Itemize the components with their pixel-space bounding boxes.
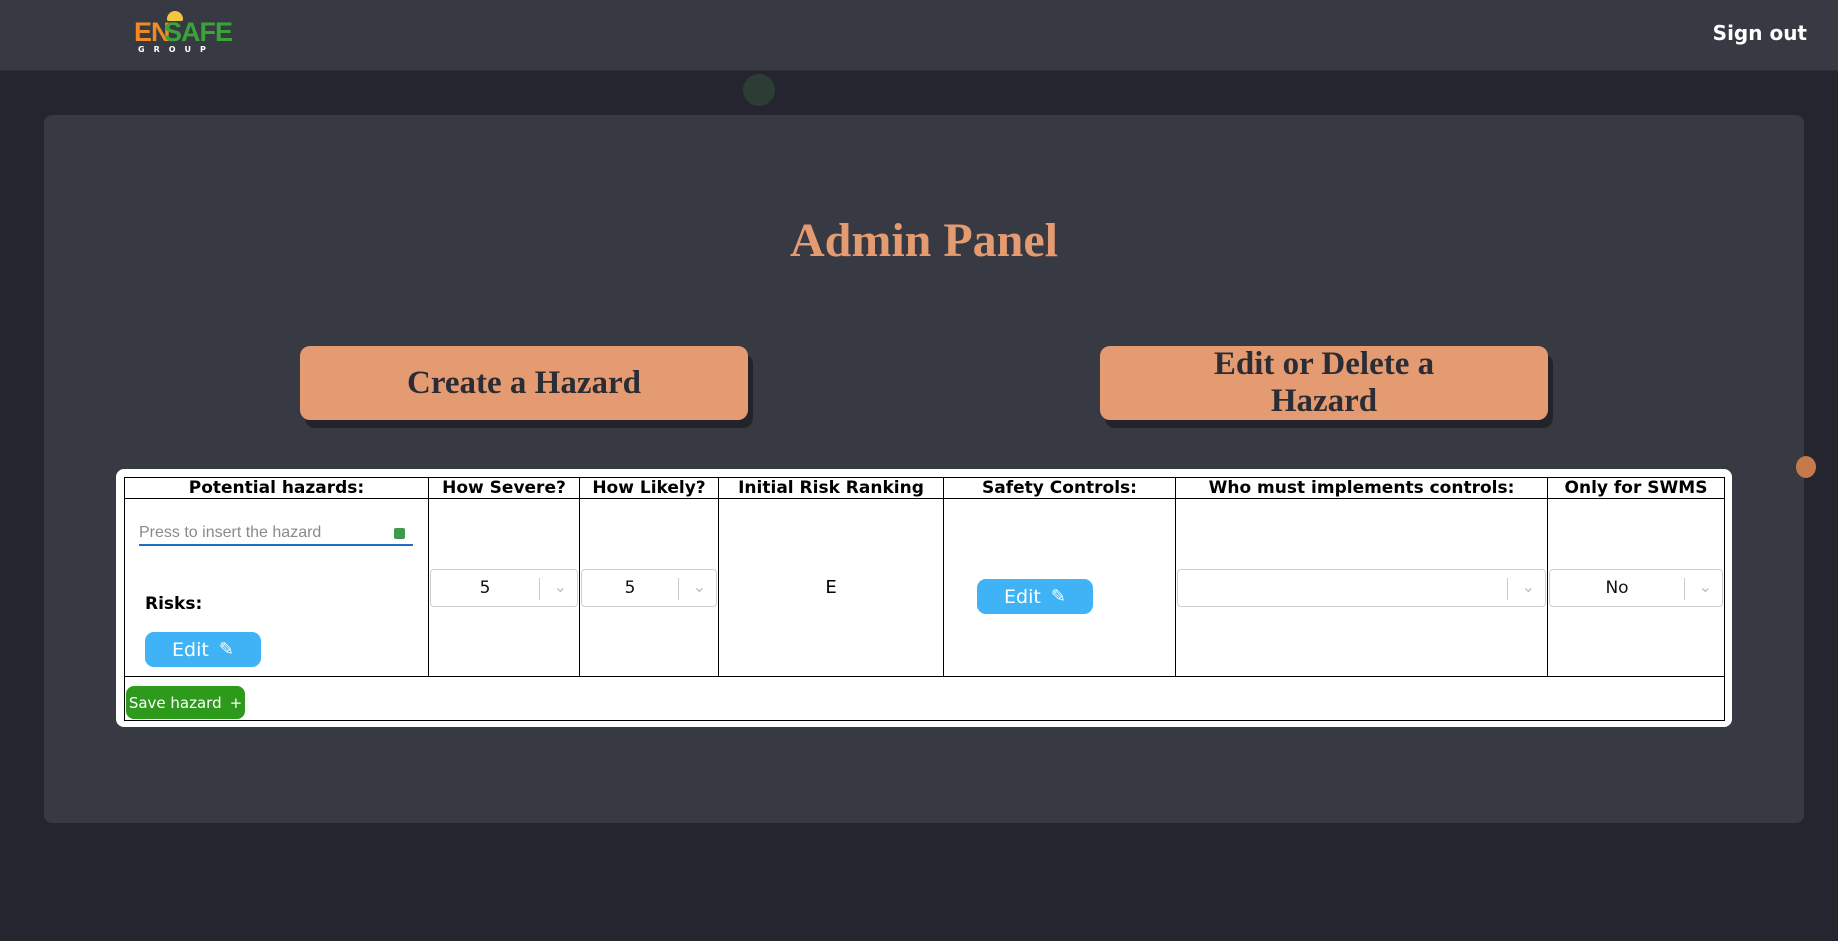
pencil-icon: ✎ — [1050, 586, 1066, 607]
select-separator — [1507, 578, 1508, 600]
col-header-severity: How Severe? — [428, 477, 580, 499]
table-row: Press to insert the hazard Risks: Edit ✎… — [124, 498, 1725, 677]
logo-text-safe: SAFE — [164, 17, 233, 47]
swms-select[interactable]: No ⌄ — [1549, 569, 1723, 607]
edit-delete-hazard-button[interactable]: Edit or Delete a Hazard — [1100, 346, 1548, 420]
swms-cell: No ⌄ — [1547, 498, 1725, 677]
chevron-down-icon[interactable]: ⌄ — [554, 577, 567, 596]
col-header-safety-controls: Safety Controls: — [943, 477, 1176, 499]
likelihood-cell: 5 ⌄ — [579, 498, 719, 677]
hazard-cell: Press to insert the hazard Risks: Edit ✎ — [124, 498, 429, 677]
risk-ranking-value: E — [825, 577, 837, 598]
select-separator — [1684, 578, 1685, 600]
edit-risks-button[interactable]: Edit ✎ — [145, 632, 261, 667]
table-footer-row: Save hazard + — [124, 676, 1725, 721]
save-hazard-label: Save hazard — [128, 693, 222, 712]
col-header-likelihood: How Likely? — [579, 477, 719, 499]
top-navbar: EN SAFE GROUP Sign out — [0, 0, 1838, 71]
hazard-input[interactable]: Press to insert the hazard — [139, 524, 413, 546]
likelihood-value: 5 — [624, 578, 636, 598]
severity-cell: 5 ⌄ — [428, 498, 580, 677]
edit-controls-button[interactable]: Edit ✎ — [977, 579, 1093, 614]
decorative-circle — [743, 74, 775, 106]
input-grip-icon — [394, 528, 405, 539]
edit-risks-label: Edit — [172, 638, 209, 661]
table-header-row: Potential hazards: How Severe? How Likel… — [124, 477, 1725, 499]
hazard-form-card: Potential hazards: How Severe? How Likel… — [116, 469, 1732, 727]
select-separator — [539, 578, 540, 600]
who-implements-select[interactable]: ⌄ — [1177, 569, 1546, 607]
save-hazard-button[interactable]: Save hazard + — [126, 686, 245, 719]
risk-ranking-cell: E — [718, 498, 944, 677]
risks-label: Risks: — [145, 594, 203, 614]
footer-cell: Save hazard + — [124, 676, 1725, 721]
page-title: Admin Panel — [789, 214, 1059, 267]
ensafe-logo[interactable]: EN SAFE GROUP — [134, 11, 233, 57]
chevron-down-icon[interactable]: ⌄ — [693, 577, 706, 596]
create-hazard-button[interactable]: Create a Hazard — [300, 346, 748, 420]
hazard-table: Potential hazards: How Severe? How Likel… — [124, 477, 1725, 721]
plus-icon: + — [229, 693, 243, 712]
swms-value: No — [1605, 578, 1629, 598]
col-header-who-implements: Who must implements controls: — [1175, 477, 1548, 499]
select-separator — [678, 578, 679, 600]
logo-text-group: GROUP — [138, 45, 215, 54]
hazard-input-placeholder: Press to insert the hazard — [139, 524, 322, 541]
chevron-down-icon[interactable]: ⌄ — [1522, 577, 1535, 596]
chevron-down-icon[interactable]: ⌄ — [1699, 577, 1712, 596]
sign-out-link[interactable]: Sign out — [1713, 21, 1807, 45]
edit-controls-label: Edit — [1004, 585, 1041, 608]
col-header-risk-ranking: Initial Risk Ranking — [718, 477, 944, 499]
side-handle[interactable] — [1796, 456, 1816, 478]
who-implements-cell: ⌄ — [1175, 498, 1548, 677]
safety-controls-cell: Edit ✎ — [943, 498, 1176, 677]
severity-select[interactable]: 5 ⌄ — [430, 569, 578, 607]
col-header-hazards: Potential hazards: — [124, 477, 429, 499]
col-header-swms: Only for SWMS — [1547, 477, 1725, 499]
severity-value: 5 — [479, 578, 491, 598]
likelihood-select[interactable]: 5 ⌄ — [581, 569, 717, 607]
pencil-icon: ✎ — [218, 639, 234, 660]
